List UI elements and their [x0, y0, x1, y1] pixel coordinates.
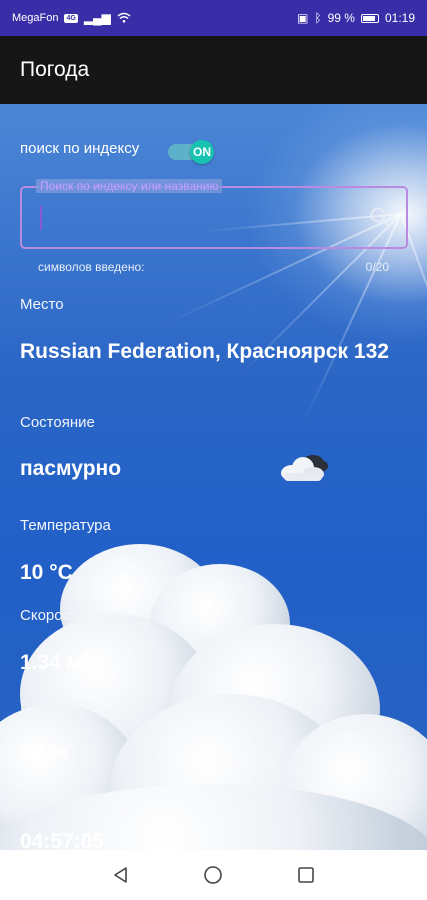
recents-square-icon: [298, 867, 314, 883]
state-label: Состояние: [20, 414, 95, 431]
sunrise-value: 04:57:05: [20, 830, 105, 850]
search-input[interactable]: [38, 204, 358, 230]
clock: 01:19: [384, 11, 415, 25]
char-count-helper: символов введено:: [38, 260, 145, 274]
index-search-switch[interactable]: ON: [168, 140, 216, 164]
nfc-icon: ▣: [297, 11, 309, 25]
battery-icon: [360, 13, 379, 23]
place-label: Место: [20, 296, 64, 313]
search-icon[interactable]: [368, 205, 392, 229]
state-value: пасмурно: [20, 457, 122, 480]
humidity-value: 88 %: [20, 741, 68, 764]
search-field[interactable]: Поиск по индексу или названию: [20, 179, 408, 249]
status-bar: MegaFon 4G ▂▄▆ ▣ ᛒ 99 % 01:19: [0, 0, 427, 36]
system-nav-bar: [0, 850, 427, 900]
humidity-label: Влажность: [20, 697, 96, 714]
temperature-value: 10 °C: [20, 561, 73, 584]
char-counter: 0/20: [365, 260, 389, 274]
back-button[interactable]: [110, 864, 132, 886]
app-bar: Погода: [0, 36, 427, 104]
wind-speed-label: Скорость ветра: [20, 607, 129, 624]
bluetooth-icon: ᛒ: [314, 11, 322, 25]
battery-level: 99 %: [327, 11, 355, 25]
switch-thumb: ON: [190, 140, 214, 164]
home-circle-icon: [204, 866, 223, 884]
index-search-label: поиск по индексу: [20, 140, 140, 157]
text-caret: [40, 206, 42, 230]
temperature-label: Температура: [20, 517, 111, 534]
app-title: Погода: [20, 58, 90, 81]
place-value: Russian Federation, Красноярск 132: [20, 340, 389, 363]
wind-speed-value: 1.34 м/с: [20, 651, 100, 674]
home-button[interactable]: [202, 864, 224, 886]
signal-icon: ▂▄▆: [83, 11, 111, 25]
back-triangle-icon: [114, 867, 127, 883]
cloudy-icon: [281, 455, 328, 481]
recents-button[interactable]: [295, 864, 317, 886]
wifi-icon: [117, 12, 131, 25]
index-search-toggle-row: поиск по индексу: [20, 140, 139, 157]
carrier-name: MegaFon: [12, 12, 59, 24]
main-content[interactable]: поиск по индексу ON Поиск по индексу или…: [0, 104, 427, 850]
volte-badge: 4G: [64, 13, 78, 23]
sunrise-label: Восход: [20, 788, 70, 805]
search-field-label: Поиск по индексу или названию: [36, 179, 223, 193]
